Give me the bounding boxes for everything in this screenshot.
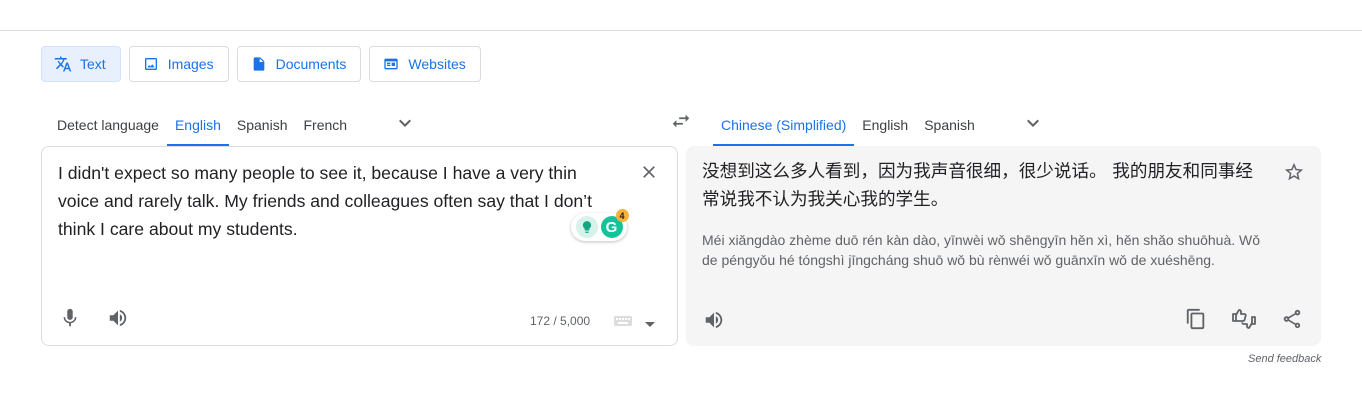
star-outline-icon — [1283, 161, 1305, 188]
source-panel-footer: 172 / 5,000 — [42, 295, 677, 345]
mode-text-label: Text — [80, 56, 106, 72]
target-more-languages-button[interactable] — [1013, 104, 1053, 146]
source-lang-english[interactable]: English — [166, 104, 229, 146]
source-more-languages-button[interactable] — [385, 104, 425, 146]
close-icon — [639, 162, 659, 187]
translate-icon — [54, 55, 72, 73]
share-translation-button[interactable] — [1278, 307, 1306, 335]
source-text-input[interactable]: I didn't expect so many people to see it… — [58, 159, 613, 243]
microphone-icon — [59, 307, 81, 334]
lightbulb-icon[interactable] — [575, 216, 598, 238]
target-lang-english[interactable]: English — [854, 104, 916, 146]
caret-down-icon — [645, 315, 655, 333]
translation-mode-bar: Text Images Documents Websites — [41, 46, 481, 82]
clear-source-text-button[interactable] — [638, 163, 660, 185]
header-divider — [0, 30, 1362, 31]
target-language-bar: Chinese (Simplified) English Spanish — [713, 104, 1053, 146]
website-icon — [382, 55, 400, 73]
copy-icon — [1185, 308, 1207, 335]
swap-languages-button[interactable] — [668, 110, 694, 136]
voice-input-button[interactable] — [56, 306, 84, 334]
listen-translation-button[interactable] — [700, 308, 728, 336]
image-icon — [142, 55, 160, 73]
mode-documents-label: Documents — [275, 56, 347, 72]
target-lang-chinese-simplified[interactable]: Chinese (Simplified) — [713, 104, 855, 146]
swap-arrows-icon — [670, 110, 692, 137]
mode-text-button[interactable]: Text — [41, 46, 121, 82]
chevron-down-icon — [1021, 111, 1045, 140]
chevron-down-icon — [393, 111, 417, 140]
listen-source-button[interactable] — [104, 306, 132, 334]
save-translation-button[interactable] — [1282, 162, 1306, 186]
mode-websites-button[interactable]: Websites — [369, 46, 481, 82]
send-feedback-link[interactable]: Send feedback — [1248, 353, 1321, 365]
rate-translation-button[interactable] — [1230, 307, 1258, 335]
copy-translation-button[interactable] — [1182, 307, 1210, 335]
mode-websites-label: Websites — [408, 56, 466, 72]
mode-images-label: Images — [167, 56, 214, 72]
grammarly-widget[interactable]: G 4 — [571, 209, 629, 241]
document-icon — [250, 55, 268, 73]
source-lang-spanish[interactable]: Spanish — [229, 104, 296, 146]
grammarly-logo-icon[interactable]: G 4 — [600, 209, 629, 238]
mode-images-button[interactable]: Images — [128, 46, 229, 82]
source-lang-detect[interactable]: Detect language — [49, 104, 167, 146]
mode-documents-button[interactable]: Documents — [236, 46, 362, 82]
target-lang-spanish[interactable]: Spanish — [916, 104, 983, 146]
romanization-text: Méi xiǎngdào zhème duō rén kàn dào, yīnw… — [702, 232, 1261, 268]
speaker-icon — [703, 309, 725, 336]
translation-output-panel: 没想到这么多人看到，因为我声音很细，很少说话。 我的朋友和同事经常说我不认为我关… — [686, 146, 1321, 346]
character-count: 172 / 5,000 — [530, 314, 591, 328]
translation-text: 没想到这么多人看到，因为我声音很细，很少说话。 我的朋友和同事经常说我不认为我关… — [702, 162, 1254, 210]
thumbs-up-down-icon — [1231, 308, 1257, 335]
keyboard-icon — [613, 314, 633, 333]
source-text-panel: I didn't expect so many people to see it… — [41, 146, 678, 346]
grammarly-suggestion-count: 4 — [615, 209, 629, 222]
source-lang-french[interactable]: French — [295, 104, 355, 146]
source-language-bar: Detect language English Spanish French — [49, 104, 425, 146]
speaker-icon — [107, 307, 129, 334]
input-tools-button[interactable] — [613, 314, 655, 333]
share-icon — [1281, 308, 1303, 335]
